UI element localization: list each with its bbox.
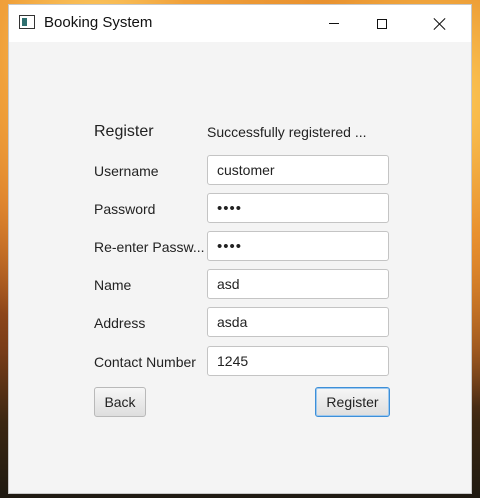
close-icon — [433, 17, 447, 31]
app-window: Booking System Register Successfully reg… — [8, 4, 472, 494]
address-input[interactable] — [207, 307, 389, 337]
contact-number-label: Contact Number — [94, 354, 196, 370]
title-bar[interactable]: Booking System — [9, 5, 471, 42]
username-input[interactable] — [207, 155, 389, 185]
minimize-icon — [329, 23, 339, 24]
back-button[interactable]: Back — [94, 387, 146, 417]
maximize-icon — [377, 18, 387, 29]
minimize-button[interactable] — [311, 5, 357, 42]
reenter-password-label: Re-enter Passw... — [94, 239, 205, 255]
address-label: Address — [94, 315, 146, 331]
reenter-password-input[interactable] — [207, 231, 389, 261]
name-input[interactable] — [207, 269, 389, 299]
password-label: Password — [94, 201, 156, 217]
register-button[interactable]: Register — [315, 387, 390, 417]
status-message: Successfully registered ... — [207, 124, 367, 140]
close-button[interactable] — [417, 5, 463, 42]
username-label: Username — [94, 163, 159, 179]
window-title: Booking System — [44, 14, 153, 31]
form-heading: Register — [94, 123, 154, 140]
maximize-button[interactable] — [359, 5, 405, 42]
name-label: Name — [94, 277, 132, 293]
password-input[interactable] — [207, 193, 389, 223]
contact-number-input[interactable] — [207, 346, 389, 376]
app-icon — [19, 15, 35, 29]
